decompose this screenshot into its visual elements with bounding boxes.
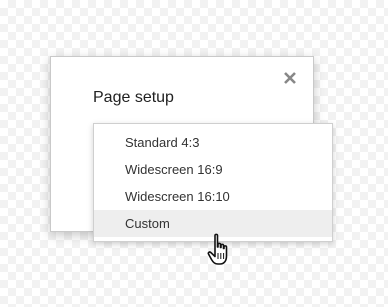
- hand-pointer-icon: [207, 233, 228, 265]
- close-icon: [284, 72, 296, 84]
- menu-item-widescreen-16-10[interactable]: Widescreen 16:10: [94, 183, 332, 210]
- dialog-title: Page setup: [93, 89, 174, 106]
- menu-item-widescreen-16-9[interactable]: Widescreen 16:9: [94, 156, 332, 183]
- menu-item-standard-4-3[interactable]: Standard 4:3: [94, 129, 332, 156]
- close-button[interactable]: [283, 71, 297, 85]
- page-size-dropdown-menu: Standard 4:3 Widescreen 16:9 Widescreen …: [93, 123, 333, 242]
